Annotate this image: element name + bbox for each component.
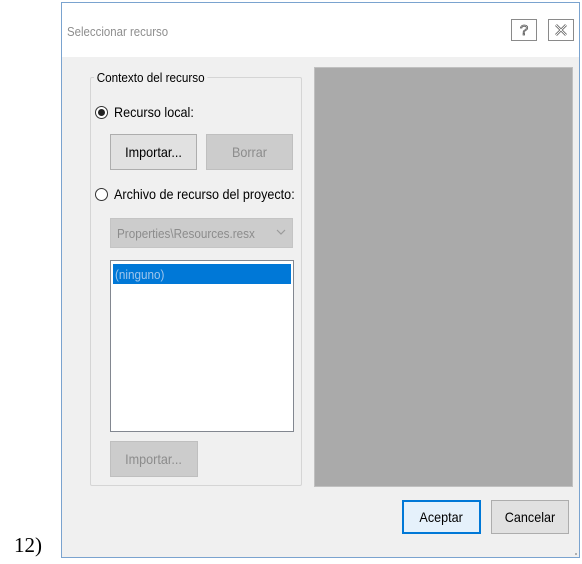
cancel-button[interactable]: Cancelar: [491, 500, 569, 534]
close-button[interactable]: [548, 19, 574, 41]
resize-grip-icon[interactable]: [573, 551, 577, 555]
chevron-down-icon: [276, 229, 286, 235]
help-button[interactable]: ?: [511, 19, 537, 41]
help-icon: ?: [519, 22, 528, 38]
resource-list[interactable]: (ninguno): [110, 260, 294, 432]
svg-text:?: ?: [520, 22, 528, 38]
title-bar: Seleccionar recurso ?: [62, 3, 579, 57]
project-resource-radio[interactable]: Archivo de recurso del proyecto:: [95, 186, 315, 202]
radio-checked-icon: [95, 105, 108, 119]
project-resource-label: Archivo de recurso del proyecto:: [114, 186, 295, 202]
resource-file-select[interactable]: Properties\Resources.resx: [110, 218, 293, 248]
resource-context-label: Contexto del recurso: [94, 70, 208, 85]
local-resource-label: Recurso local:: [114, 104, 194, 120]
import-project-button[interactable]: Importar...: [110, 441, 198, 477]
resource-preview: [314, 67, 573, 487]
radio-unchecked-icon: [95, 187, 108, 201]
accept-button[interactable]: Aceptar: [402, 500, 481, 534]
select-resource-dialog: Seleccionar recurso ? Contexto del recur…: [61, 2, 580, 558]
figure-caption: 12): [14, 533, 42, 557]
clear-button[interactable]: Borrar: [206, 134, 293, 170]
list-item[interactable]: (ninguno): [113, 264, 291, 284]
close-icon: [555, 24, 567, 36]
dialog-title: Seleccionar recurso: [67, 24, 169, 39]
resource-file-value: Properties\Resources.resx: [117, 226, 255, 241]
local-resource-radio[interactable]: Recurso local:: [95, 104, 203, 120]
import-local-button[interactable]: Importar...: [110, 134, 197, 170]
